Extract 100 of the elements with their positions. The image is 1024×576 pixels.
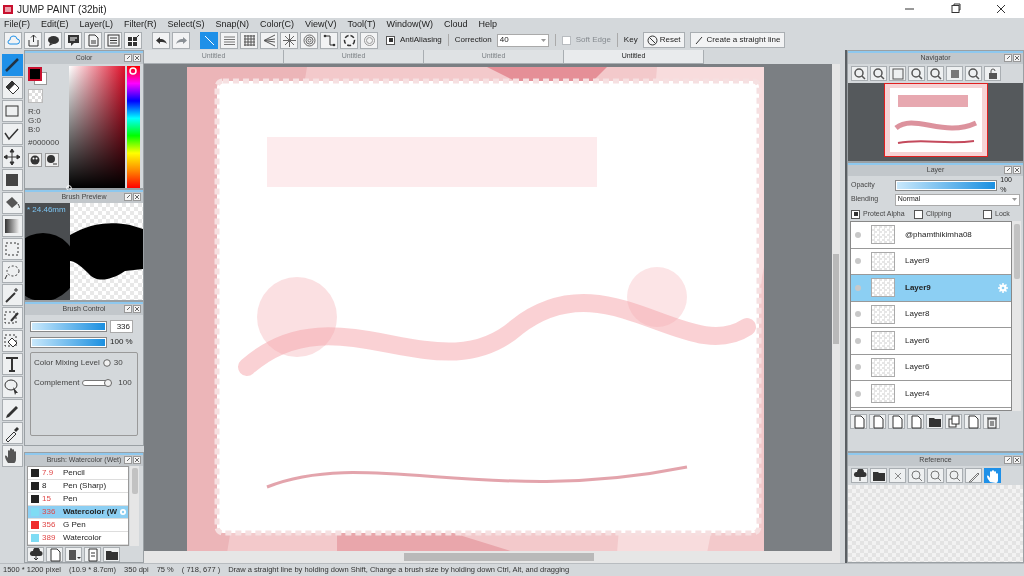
visibility-dot-icon[interactable] xyxy=(854,336,862,345)
cloud-download-button[interactable] xyxy=(27,547,44,562)
menu-item[interactable]: Window(W) xyxy=(386,19,433,29)
move-tool[interactable] xyxy=(1,146,23,168)
fit-button[interactable] xyxy=(927,468,944,483)
pen-button[interactable] xyxy=(965,468,982,483)
close-icon[interactable] xyxy=(133,193,141,201)
slider[interactable] xyxy=(32,338,105,346)
brush-list-item[interactable]: 7.9 Pencil xyxy=(28,467,128,480)
zoom-in-button[interactable] xyxy=(908,468,925,483)
brush-tool[interactable] xyxy=(1,54,23,76)
cloud-download-button[interactable] xyxy=(851,468,868,483)
folder-button[interactable] xyxy=(103,547,120,562)
menu-item[interactable]: Snap(N) xyxy=(215,19,250,29)
menu-item[interactable]: Layer(L) xyxy=(79,19,114,29)
curve-button[interactable] xyxy=(320,31,338,49)
menu-item[interactable]: Select(S) xyxy=(167,19,205,29)
checkbox[interactable] xyxy=(914,209,923,219)
scrollbar[interactable] xyxy=(832,64,840,551)
menu-item[interactable]: Filter(R) xyxy=(124,19,157,29)
hue-slider[interactable] xyxy=(127,66,140,188)
slider-knob-icon[interactable] xyxy=(102,359,111,367)
brush-list-item[interactable]: 336 Watercolor (W xyxy=(28,506,128,519)
polyline-tool[interactable] xyxy=(1,123,23,145)
folder-button[interactable] xyxy=(926,414,943,429)
visibility-dot-icon[interactable] xyxy=(854,283,862,292)
visibility-dot-icon[interactable] xyxy=(854,363,862,372)
trash-button[interactable] xyxy=(983,414,1000,429)
comment-button[interactable] xyxy=(64,31,82,49)
undock-icon[interactable] xyxy=(124,54,132,62)
visibility-dot-icon[interactable] xyxy=(854,310,862,319)
paint-bucket-tool[interactable] xyxy=(1,192,23,214)
text-tool-tool[interactable] xyxy=(1,353,23,375)
menu-item[interactable]: Cloud xyxy=(443,19,468,29)
brush-list-item[interactable]: 8 Pen (Sharp) xyxy=(28,480,128,493)
document-button[interactable] xyxy=(84,547,101,562)
close-icon[interactable] xyxy=(1013,166,1021,174)
menu-item[interactable]: Tool(T) xyxy=(347,19,376,29)
layer-row[interactable]: Layer6 xyxy=(851,328,1012,355)
slider[interactable] xyxy=(32,323,105,330)
undo-button[interactable] xyxy=(152,31,170,49)
menu-item[interactable]: View(V) xyxy=(305,19,337,29)
new-page-button[interactable] xyxy=(46,547,63,562)
zoom-out-button[interactable] xyxy=(908,66,925,81)
palette-settings-icon[interactable] xyxy=(45,153,59,167)
magic-wand-tool[interactable] xyxy=(1,284,23,306)
visibility-dot-icon[interactable] xyxy=(854,230,862,239)
duplicate-button[interactable] xyxy=(945,414,962,429)
correction-field[interactable]: 40 xyxy=(496,33,549,47)
grid-export-button[interactable] xyxy=(124,31,142,49)
grid-button[interactable] xyxy=(240,31,258,49)
checkbox[interactable] xyxy=(983,209,992,219)
select-arrow-tool[interactable] xyxy=(1,376,23,398)
share-button[interactable] xyxy=(24,31,42,49)
new-layer-button[interactable] xyxy=(850,414,867,429)
zoom-out-button[interactable] xyxy=(946,468,963,483)
gradient-tool[interactable] xyxy=(1,215,23,237)
pen-tool-tool[interactable] xyxy=(1,399,23,421)
layer-row[interactable]: Layer9 xyxy=(851,275,1012,302)
slider[interactable] xyxy=(896,181,996,189)
eyedropper-tool[interactable] xyxy=(1,422,23,444)
menu-item[interactable]: Color(C) xyxy=(260,19,295,29)
undock-icon[interactable] xyxy=(124,193,132,201)
scrollbar-thumb[interactable] xyxy=(131,468,138,494)
lock-button[interactable] xyxy=(984,66,1001,81)
zoom-in-button[interactable] xyxy=(870,66,887,81)
speech-bubble-button[interactable] xyxy=(44,31,62,49)
scrollbar[interactable] xyxy=(144,551,840,563)
perspective-button[interactable] xyxy=(260,31,278,49)
parallel-lines-button[interactable] xyxy=(220,31,238,49)
color-swatch-drawing[interactable] xyxy=(28,67,47,85)
visibility-dot-icon[interactable] xyxy=(854,389,862,398)
menu-item[interactable]: Edit(E) xyxy=(41,19,69,29)
color-square[interactable] xyxy=(69,66,125,188)
folder-button[interactable] xyxy=(870,468,887,483)
straight-line-button[interactable]: Create a straight line xyxy=(689,32,786,48)
undock-icon[interactable] xyxy=(1004,166,1012,174)
selection-pen-tool[interactable] xyxy=(1,307,23,329)
checkbox[interactable] xyxy=(851,209,860,219)
dotted-rectangle-tool[interactable] xyxy=(1,238,23,260)
close-icon[interactable] xyxy=(133,54,141,62)
list-button[interactable] xyxy=(104,31,122,49)
layer-row[interactable]: @phamthikimha08 xyxy=(851,222,1012,249)
visibility-dot-icon[interactable] xyxy=(854,257,862,266)
undock-icon[interactable] xyxy=(124,305,132,313)
brush-list-item[interactable]: 356 G Pen xyxy=(28,519,128,532)
scrollbar-thumb[interactable] xyxy=(833,254,839,344)
brush-list-item[interactable]: 389 Watercolor xyxy=(28,532,128,545)
page-menu-button[interactable] xyxy=(65,547,82,562)
circle-button[interactable] xyxy=(340,31,358,49)
transparent-swatch[interactable] xyxy=(28,89,43,103)
selection-eraser-tool[interactable] xyxy=(1,330,23,352)
hand-tool[interactable] xyxy=(1,445,23,467)
scrollbar[interactable] xyxy=(130,466,139,546)
radial-lines-button[interactable] xyxy=(280,31,298,49)
close-icon[interactable] xyxy=(133,456,141,464)
concentric-circles-button[interactable] xyxy=(300,31,318,49)
diagonal-line-button[interactable] xyxy=(200,31,218,49)
close-icon[interactable] xyxy=(1013,54,1021,62)
slider[interactable] xyxy=(82,379,113,387)
